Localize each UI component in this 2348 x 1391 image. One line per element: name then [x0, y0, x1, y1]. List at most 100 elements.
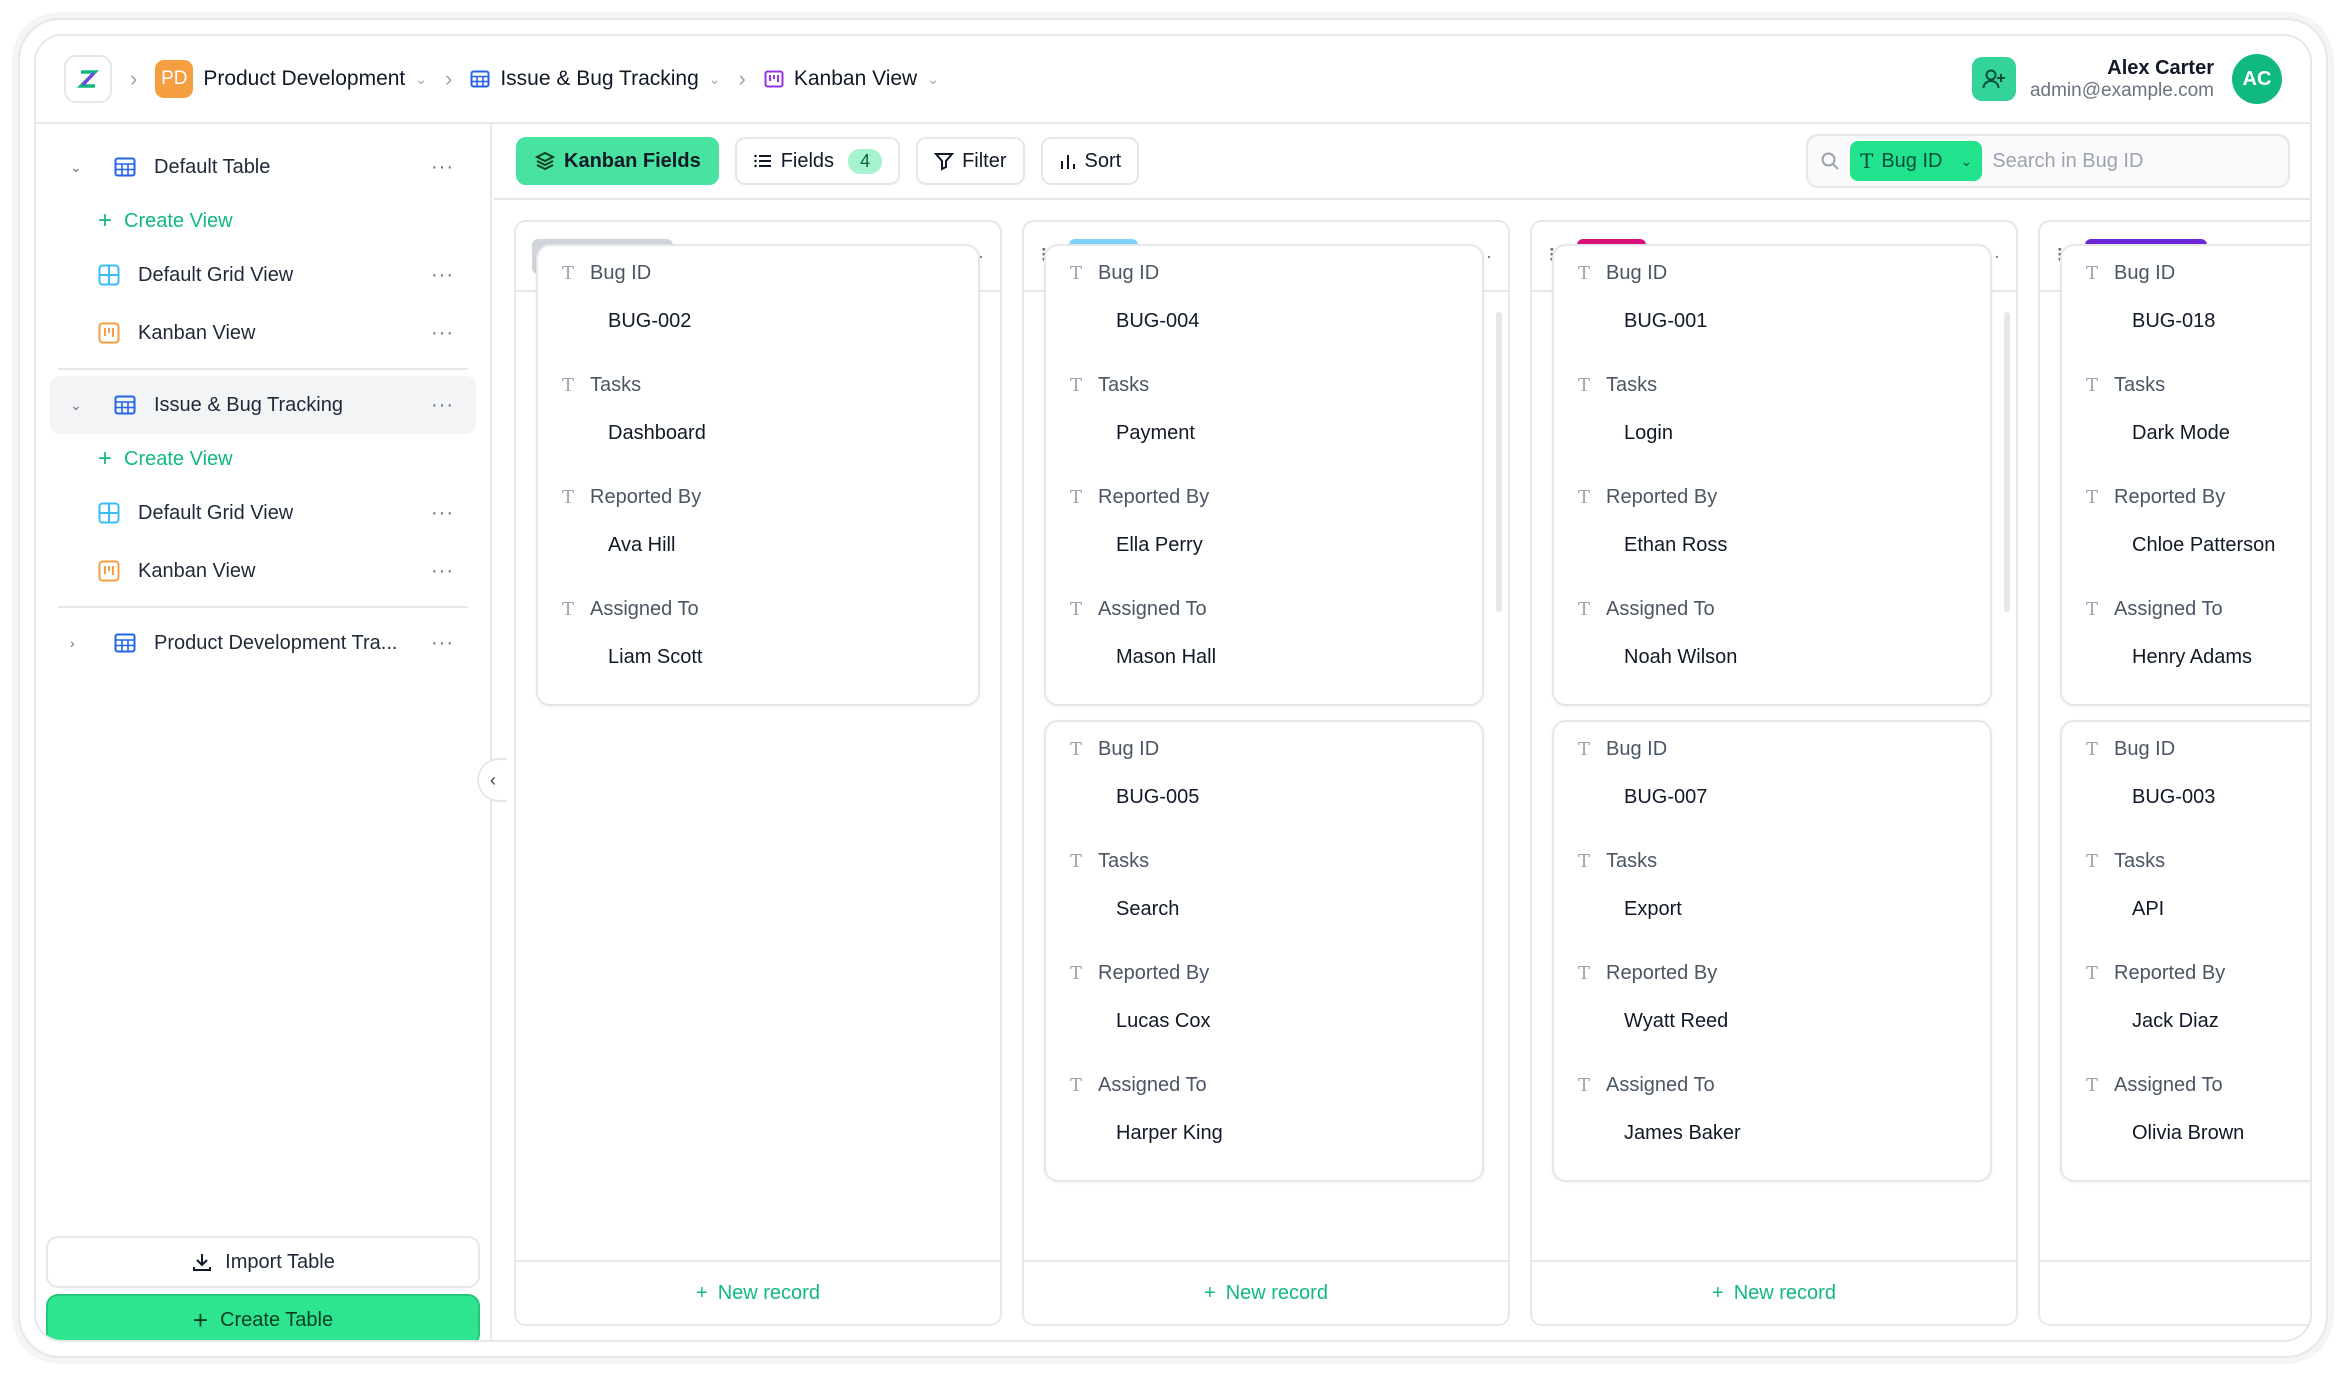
new-record-button[interactable]: + New record: [1532, 1260, 2016, 1324]
text-type-icon: T: [1070, 599, 1083, 620]
text-type-icon: T: [1070, 487, 1083, 508]
field-value: Dark Mode: [2132, 422, 2230, 444]
sidebar-view-kanban[interactable]: Kanban View ···: [50, 304, 476, 362]
text-type-icon: T: [1070, 739, 1083, 760]
field-name: Bug ID: [1606, 262, 1668, 284]
more-icon[interactable]: ···: [431, 632, 454, 655]
field-label: T Reported By: [1070, 962, 1209, 985]
breadcrumb-view[interactable]: Kanban View ⌄: [764, 67, 939, 91]
create-view-button[interactable]: + Create View: [50, 434, 476, 484]
field-value: Henry Adams: [2132, 646, 2253, 668]
table-icon: [112, 156, 138, 178]
field-label: T Bug ID: [1578, 738, 1667, 761]
chevron-right-icon: ›: [738, 66, 746, 91]
more-icon[interactable]: ···: [431, 394, 454, 417]
kanban-card[interactable]: T Bug ID BUG-003 T Tasks API T Reported By Jack …: [2060, 720, 2310, 1182]
plus-icon: +: [98, 207, 113, 234]
sort-button[interactable]: Sort: [1040, 137, 1140, 185]
chevron-down-icon[interactable]: ⌄: [70, 159, 94, 176]
plus-icon: +: [1204, 1281, 1216, 1304]
kanban-card[interactable]: T Bug ID BUG-007 T Tasks Export T Reported By Wy…: [1552, 720, 1992, 1182]
field-name: Tasks: [1606, 374, 1658, 396]
create-view-label: Create View: [124, 209, 233, 232]
invite-user-button[interactable]: [1971, 57, 2016, 101]
field-name: Bug ID: [2114, 262, 2176, 284]
kanban-view-icon: [96, 322, 122, 344]
field-label: T Tasks: [2086, 374, 2165, 397]
create-view-button[interactable]: + Create View: [50, 196, 476, 246]
app-logo-icon[interactable]: [64, 55, 112, 103]
new-record-button[interactable]: +New rec: [2040, 1260, 2310, 1324]
more-icon[interactable]: ···: [431, 560, 454, 583]
field-label: T Reported By: [562, 486, 701, 509]
kanban-board: Uncategori...1 card···TBug IDBUG-002TTas…: [494, 200, 2310, 1340]
sidebar-view-kanban[interactable]: Kanban View ···: [50, 542, 476, 600]
breadcrumb-table[interactable]: Issue & Bug Tracking ⌄: [470, 67, 721, 91]
filter-label: Filter: [962, 149, 1007, 172]
field-name: Tasks: [1606, 850, 1658, 872]
search-box: T Bug ID ⌄ Search in Bug ID: [1806, 134, 2290, 188]
text-type-icon: T: [2086, 375, 2099, 396]
search-field-select[interactable]: T Bug ID ⌄: [1850, 141, 1983, 181]
field-name: Reported By: [2114, 962, 2226, 984]
text-type-icon: T: [1070, 851, 1083, 872]
kanban-card[interactable]: T Bug ID BUG-004 T Tasks Payment T Reported By E…: [1044, 244, 1484, 706]
sidebar-table-issue-bug[interactable]: ⌄ Issue & Bug Tracking ···: [50, 376, 476, 434]
chevron-right-icon: ›: [130, 66, 138, 91]
sidebar-view-default-grid[interactable]: Default Grid View ···: [50, 246, 476, 304]
kanban-card[interactable]: T Bug ID BUG-002 T Tasks Dashboard T Reported B…: [536, 244, 980, 706]
field-name: Reported By: [1098, 486, 1210, 508]
sidebar-table-product-dev[interactable]: › Product Development Tra... ···: [50, 614, 476, 672]
new-record-button[interactable]: + New record: [1024, 1260, 1508, 1324]
more-icon[interactable]: ···: [431, 156, 454, 179]
kanban-column: ⠿Fixed7 cards···TBug IDBUG-004TTasksPaym…: [1022, 220, 1510, 1326]
chevron-down-icon: ⌄: [1960, 152, 1973, 169]
sidebar-table-default[interactable]: ⌄ Default Table ···: [50, 138, 476, 196]
field-name: Reported By: [2114, 486, 2226, 508]
more-icon[interactable]: ···: [431, 322, 454, 345]
user-info: Alex Carter admin@example.com: [2030, 57, 2214, 102]
scrollbar[interactable]: [1496, 312, 1502, 612]
create-table-button[interactable]: + Create Table: [46, 1294, 480, 1340]
sidebar-table-label: Product Development Tra...: [154, 631, 398, 654]
list-icon: [754, 154, 771, 168]
text-type-icon: T: [2086, 739, 2099, 760]
avatar[interactable]: AC: [2232, 54, 2282, 104]
field-name: Assigned To: [1098, 598, 1207, 620]
chevron-down-icon[interactable]: ⌄: [70, 397, 94, 414]
kanban-fields-label: Kanban Fields: [564, 149, 701, 172]
field-label: T Tasks: [562, 374, 641, 397]
breadcrumb-workspace[interactable]: PD Product Development ⌄: [155, 60, 427, 98]
filter-button[interactable]: Filter: [916, 137, 1025, 185]
kanban-card[interactable]: T Bug ID BUG-005 T Tasks Search T Reported By Lu…: [1044, 720, 1484, 1182]
kanban-card[interactable]: T Bug ID BUG-018 T Tasks Dark Mode T Reported B…: [2060, 244, 2310, 706]
field-value: BUG-001: [1624, 310, 1708, 332]
text-type-icon: T: [1578, 739, 1591, 760]
plus-icon: +: [192, 1304, 209, 1335]
field-value: Ava Hill: [608, 534, 676, 556]
sidebar-view-default-grid[interactable]: Default Grid View ···: [50, 484, 476, 542]
text-type-icon: T: [1070, 263, 1083, 284]
user-plus-icon: [1982, 69, 2005, 89]
chevron-right-icon: ›: [445, 66, 453, 91]
chevron-right-icon[interactable]: ›: [70, 635, 94, 651]
toolbar: Kanban Fields Fields 4 Filter Sort T Bug…: [494, 124, 2310, 200]
kanban-fields-button[interactable]: Kanban Fields: [516, 137, 719, 185]
grid-view-icon: [96, 502, 122, 524]
new-record-label: New record: [1733, 1281, 1836, 1304]
kanban-card[interactable]: T Bug ID BUG-001 T Tasks Login T Reported By Eth…: [1552, 244, 1992, 706]
divider: [58, 368, 468, 370]
field-name: Tasks: [590, 374, 642, 396]
scrollbar[interactable]: [2004, 312, 2010, 612]
search-input[interactable]: Search in Bug ID: [1992, 150, 2143, 173]
field-name: Reported By: [1606, 962, 1718, 984]
field-value: Ella Perry: [1116, 534, 1203, 556]
field-name: Tasks: [1098, 374, 1150, 396]
kanban-column: ⠿Open6 cards···TBug IDBUG-001TTasksLogin…: [1530, 220, 2018, 1326]
import-table-button[interactable]: Import Table: [46, 1236, 480, 1288]
more-icon[interactable]: ···: [431, 264, 454, 287]
fields-button[interactable]: Fields 4: [734, 137, 901, 185]
sidebar-table-label: Default Table: [154, 155, 271, 178]
more-icon[interactable]: ···: [431, 502, 454, 525]
new-record-button[interactable]: + New record: [516, 1260, 1000, 1324]
